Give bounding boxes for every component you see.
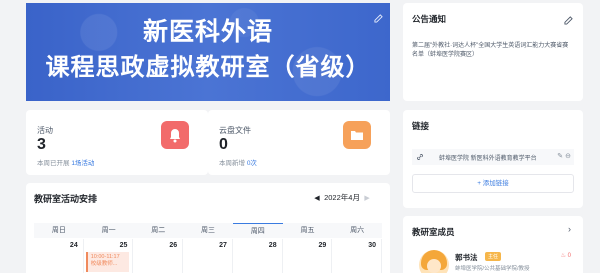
calendar-week-row: 24 25 10:00-11:17 校级教师... 26 27 28 29 30 [34, 239, 383, 273]
member-role-badge: 主任 [485, 252, 502, 261]
link-actions: ✎ ⊖ [557, 152, 571, 160]
weekday-label: 周一 [101, 227, 116, 234]
event-title: 校级教师... [90, 261, 118, 267]
calendar-day-cell[interactable]: 24 [34, 239, 84, 273]
calendar-day-cell[interactable]: 27 [183, 239, 233, 273]
day-number: 24 [69, 242, 78, 249]
stat-value: 3 [37, 136, 46, 153]
day-number: 30 [368, 242, 377, 249]
likes-count: 0 [567, 253, 571, 259]
weekday-label: 周二 [151, 227, 166, 234]
calendar-day-cell[interactable]: 30 [332, 239, 383, 273]
calendar-month: 2022年4月 [324, 193, 360, 202]
notice-panel: 公告通知 第二届"外教社·词达人杯"全国大学生英语词汇能力大赛省赛名单（蚌埠医学… [403, 3, 583, 101]
stat-note-prefix: 本周新增 [219, 160, 247, 167]
notice-item[interactable]: 第二届"外教社·词达人杯"全国大学生英语词汇能力大赛省赛名单（蚌埠医学院赛区） [412, 42, 572, 60]
stat-note-highlight[interactable]: 1场活动 [71, 160, 94, 167]
calendar-day-cell[interactable]: 29 [283, 239, 333, 273]
day-number: 26 [169, 242, 178, 249]
stat-note: 本周已开展 1场活动 [37, 157, 94, 167]
avatar-face [427, 259, 441, 273]
weekday-label: 周六 [350, 227, 365, 234]
activity-calendar: 教研室活动安排 ◀ 2022年4月 ▶ 周日 周一 周二 周三 周四 周五 周六… [26, 183, 390, 273]
stat-label: 云盘文件 [219, 126, 251, 135]
day-number: 27 [219, 242, 227, 249]
activity-stat-card[interactable]: 活动 3 本周已开展 1场活动 [26, 110, 208, 175]
add-link-button[interactable]: + 添加链接 [412, 174, 574, 193]
stat-note-highlight[interactable]: 0次 [247, 160, 257, 167]
links-panel: 链接 蚌埠医学院 新医科外语教育教学平台 ✎ ⊖ + 添加链接 [403, 110, 583, 208]
stat-value: 0 [219, 136, 228, 153]
weekday-label: 周三 [201, 227, 216, 234]
chevron-right-icon[interactable]: › [568, 224, 571, 234]
notice-title: 公告通知 [412, 14, 447, 24]
banner: 新医科外语 课程思政虚拟教研室（省级） [26, 3, 390, 101]
calendar-month-nav: ◀ 2022年4月 ▶ [312, 192, 372, 203]
members-title: 教研室成员 [412, 227, 455, 237]
weekday-label: 周日 [51, 227, 66, 234]
event-time: 10:00-11:17 [90, 254, 120, 260]
remove-link-icon[interactable]: ⊖ [565, 153, 571, 160]
day-number: 28 [268, 242, 277, 249]
flame-icon: ♨ [560, 253, 566, 259]
edit-icon[interactable] [374, 14, 383, 23]
cloud-files-stat-card[interactable]: 云盘文件 0 本周新增 0次 [208, 110, 390, 175]
calendar-day-cell[interactable]: 28 [233, 239, 283, 273]
member-likes[interactable]: ♨ 0 [561, 252, 571, 259]
weekday-label: 周五 [300, 227, 315, 234]
stat-note-prefix: 本周已开展 [37, 160, 72, 167]
weekday-label-today: 周四 [232, 223, 283, 238]
day-number: 29 [318, 242, 327, 249]
next-month-icon[interactable]: ▶ [362, 194, 372, 202]
stat-note: 本周新增 0次 [219, 157, 257, 167]
link-icon [417, 154, 423, 160]
edit-icon[interactable] [564, 16, 573, 25]
calendar-day-cell[interactable]: 26 [133, 239, 184, 273]
members-panel: 教研室成员 › 郭书法 主任 蚌埠医学院/公共基础学院/教授 ♨ 0 [403, 216, 583, 273]
calendar-event[interactable]: 10:00-11:17 校级教师... [85, 252, 130, 272]
edit-link-icon[interactable]: ✎ [557, 153, 563, 160]
bell-icon [161, 121, 189, 149]
calendar-weekday-header: 周日 周一 周二 周三 周四 周五 周六 [34, 223, 382, 238]
link-label: 蚌埠医学院 新医科外语教育教学平台 [439, 156, 537, 162]
member-name[interactable]: 郭书法 [455, 252, 478, 263]
calendar-day-cell[interactable]: 25 10:00-11:17 校级教师... [84, 239, 134, 273]
member-department: 蚌埠医学院/公共基础学院/教授 [455, 266, 530, 272]
avatar[interactable] [419, 250, 449, 273]
link-item[interactable]: 蚌埠医学院 新医科外语教育教学平台 ✎ ⊖ [412, 149, 574, 165]
day-number: 25 [119, 242, 128, 249]
folder-icon [343, 121, 371, 149]
calendar-title: 教研室活动安排 [34, 194, 98, 204]
links-title: 链接 [412, 121, 430, 131]
stat-label: 活动 [37, 126, 53, 135]
banner-title-line2: 课程思政虚拟教研室（省级） [45, 53, 371, 81]
banner-title-line1: 新医科外语 [142, 17, 273, 46]
prev-month-icon[interactable]: ◀ [312, 194, 322, 202]
